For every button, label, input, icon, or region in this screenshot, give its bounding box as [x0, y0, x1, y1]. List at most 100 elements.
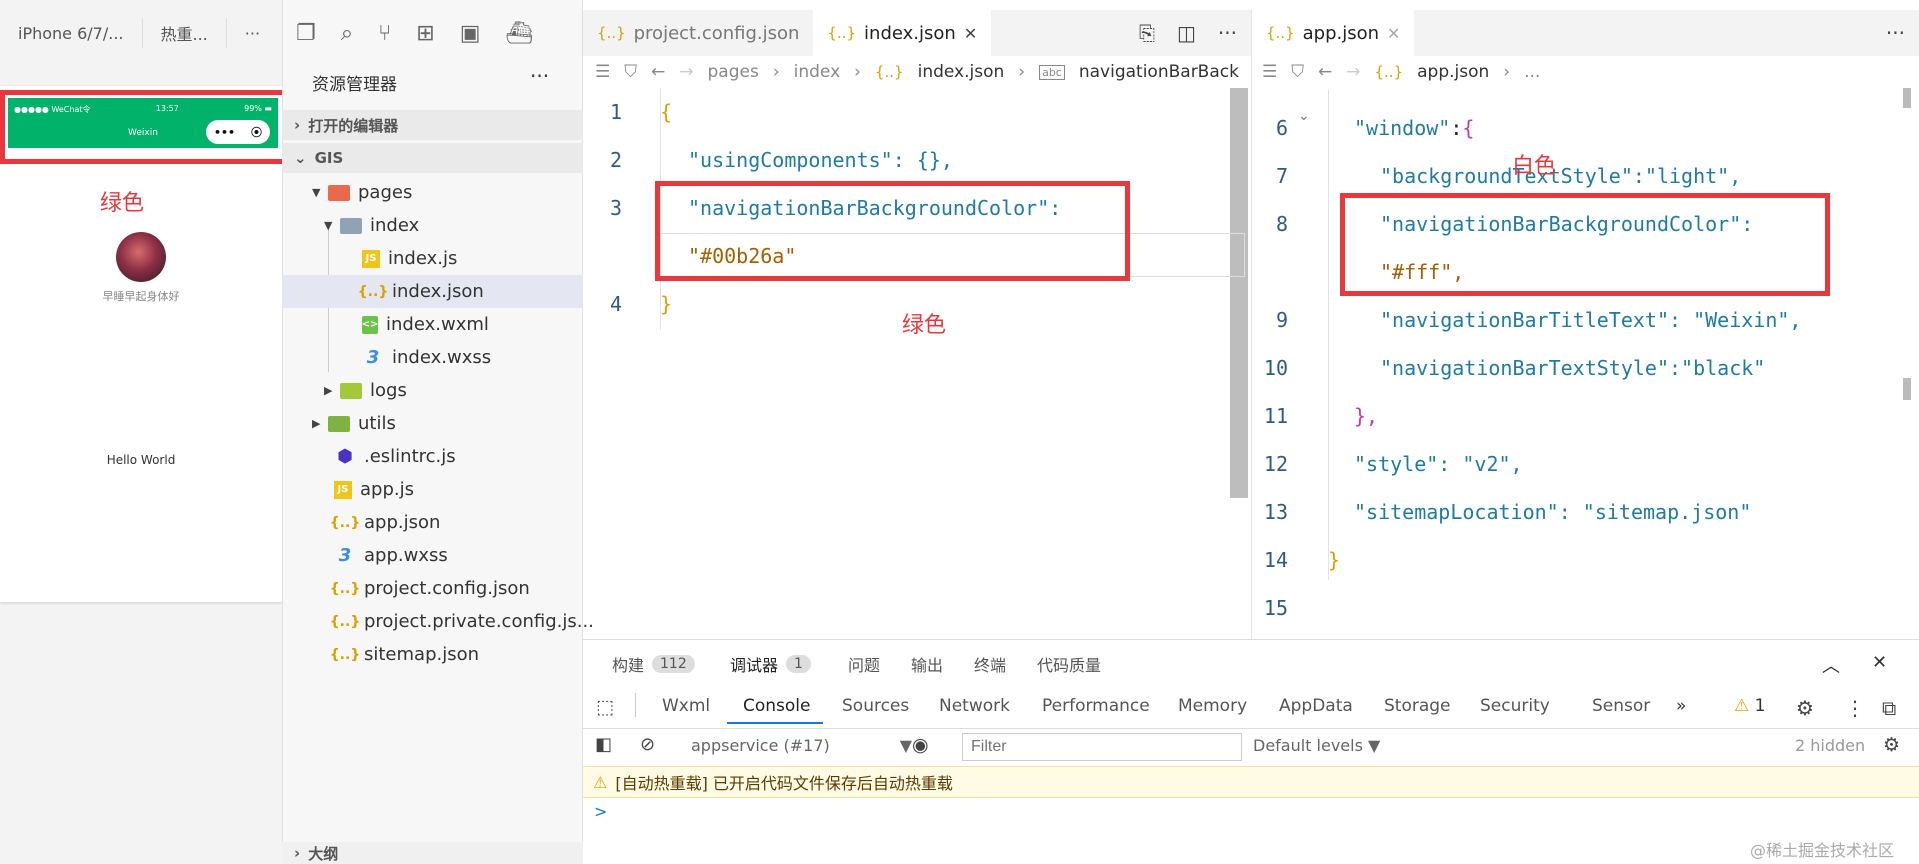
console-settings-icon[interactable]: ⚙: [1883, 734, 1900, 756]
line-number: 3: [609, 196, 622, 220]
bookmark-icon[interactable]: ⛉: [624, 62, 637, 82]
code-line[interactable]: "sitemapLocation": "sitemap.json": [1354, 500, 1751, 524]
tree-item-index[interactable]: ▼ index: [282, 209, 583, 242]
line-number: 6: [1275, 116, 1288, 140]
code-line[interactable]: "window":{: [1354, 116, 1474, 140]
open-editors-section[interactable]: › 打开的编辑器: [282, 110, 583, 140]
docker-icon[interactable]: ⛴: [506, 21, 534, 46]
tree-item-app-wxss[interactable]: 3 app.wxss: [282, 539, 583, 572]
editor-scrollbar[interactable]: [1230, 88, 1248, 498]
code-line[interactable]: }: [1328, 548, 1340, 572]
tree-item-utils[interactable]: ▶ utils: [282, 407, 583, 440]
forward-icon[interactable]: →: [1346, 62, 1360, 82]
back-icon[interactable]: ←: [1318, 62, 1332, 82]
extensions-icon[interactable]: ⊞: [416, 21, 434, 46]
close-icon[interactable]: ✕: [1387, 24, 1400, 43]
tree-item-index-wxml[interactable]: <> index.wxml: [282, 308, 583, 341]
tab-output[interactable]: 输出: [911, 652, 943, 676]
code-line[interactable]: },: [1354, 404, 1378, 428]
sidebar-toggle-icon[interactable]: ◧: [595, 734, 612, 755]
tree-item-index-js[interactable]: JS index.js: [282, 242, 583, 275]
more-icon[interactable]: ···: [1886, 21, 1905, 45]
gear-icon[interactable]: ⚙: [1796, 696, 1814, 720]
open-changes-icon[interactable]: ⎘: [1139, 21, 1155, 45]
project-section[interactable]: ⌄ GIS: [282, 143, 583, 173]
tab-console[interactable]: Console: [743, 696, 811, 716]
files-icon[interactable]: ❐: [296, 21, 316, 46]
close-icon[interactable]: ✕: [964, 24, 977, 43]
line-number: 11: [1263, 404, 1288, 428]
tab-build[interactable]: 构建 112: [612, 652, 695, 676]
eye-icon[interactable]: ◉: [912, 734, 929, 756]
back-icon[interactable]: ←: [651, 62, 665, 82]
tab-app-json[interactable]: {..} app.json ✕: [1252, 10, 1415, 56]
outline-section[interactable]: › 大纲: [282, 842, 583, 864]
device-select[interactable]: iPhone 6/7/...: [0, 24, 142, 43]
tab-debugger[interactable]: 调试器 1: [730, 652, 811, 676]
forward-icon[interactable]: →: [679, 62, 693, 82]
tab-index-json[interactable]: {..} index.json ✕: [813, 10, 992, 56]
line-number: 10: [1263, 356, 1288, 380]
tree-item-index-wxss[interactable]: 3 index.wxss: [282, 341, 583, 374]
storage-icon[interactable]: ▣: [460, 21, 481, 46]
tab-security[interactable]: Security: [1480, 696, 1550, 716]
tab-storage[interactable]: Storage: [1384, 696, 1451, 716]
hot-reload-toggle[interactable]: 热重...: [143, 21, 226, 45]
fold-chevron-icon[interactable]: ⌄: [1298, 108, 1310, 124]
list-icon[interactable]: ☰: [1262, 62, 1277, 82]
tree-item-eslintrc[interactable]: ⬢ .eslintrc.js: [282, 440, 583, 473]
code-line[interactable]: {: [660, 100, 672, 124]
tab-code-quality[interactable]: 代码质量: [1037, 652, 1101, 676]
js-icon: JS: [334, 480, 352, 499]
more-icon[interactable]: ···: [1218, 21, 1237, 45]
list-icon[interactable]: ☰: [595, 62, 610, 82]
tab-memory[interactable]: Memory: [1178, 696, 1247, 716]
kebab-menu-icon[interactable]: ⋮: [1845, 696, 1865, 720]
tree-item-project-config[interactable]: {..} project.config.json: [282, 572, 583, 605]
warning-counter[interactable]: ⚠ 1: [1734, 696, 1765, 716]
chevron-up-icon[interactable]: ︿: [1822, 652, 1840, 678]
tab-sensor[interactable]: Sensor: [1592, 696, 1650, 716]
wxml-icon: <>: [362, 315, 378, 334]
tree-item-index-json[interactable]: {..} index.json: [282, 275, 583, 308]
code-line[interactable]: "navigationBarTitleText": "Weixin",: [1380, 308, 1801, 332]
log-levels-select[interactable]: Default levels ▼: [1253, 736, 1380, 755]
motto-text: 早睡早起身体好: [102, 290, 180, 303]
tree-item-pages[interactable]: ▼ pages: [282, 176, 583, 209]
tab-performance[interactable]: Performance: [1042, 696, 1150, 716]
code-line[interactable]: "usingComponents": {},: [688, 148, 953, 172]
folder-green-icon: [328, 415, 350, 432]
json-icon: {..}: [1374, 63, 1404, 81]
tree-item-app-js[interactable]: JS app.js: [282, 473, 583, 506]
source-control-icon[interactable]: ⑂: [378, 21, 391, 46]
tree-item-project-private-config[interactable]: {..} project.private.config.js...: [282, 605, 594, 638]
console-prompt[interactable]: >: [594, 802, 607, 821]
tab-terminal[interactable]: 终端: [974, 652, 1006, 676]
context-select[interactable]: appservice (#17) ▼: [691, 736, 912, 755]
tab-wxml[interactable]: Wxml: [662, 696, 710, 716]
tab-problems[interactable]: 问题: [848, 652, 880, 676]
tree-item-sitemap[interactable]: {..} sitemap.json: [282, 638, 583, 671]
tab-network[interactable]: Network: [939, 696, 1010, 716]
undock-icon[interactable]: ⧉: [1882, 696, 1896, 720]
tree-item-app-json[interactable]: {..} app.json: [282, 506, 583, 539]
clear-console-icon[interactable]: ⊘: [640, 734, 655, 755]
explorer-more-icon[interactable]: ···: [530, 64, 549, 88]
code-line[interactable]: "navigationBarTextStyle":"black": [1380, 356, 1765, 380]
filter-input[interactable]: [962, 733, 1242, 761]
tab-appdata[interactable]: AppData: [1279, 696, 1353, 716]
bookmark-icon[interactable]: ⛉: [1291, 62, 1304, 82]
code-line[interactable]: }: [660, 292, 672, 316]
tab-project-config[interactable]: {..} project.config.json: [583, 10, 813, 56]
search-icon[interactable]: ⌕: [341, 21, 353, 46]
code-line[interactable]: "style": "v2",: [1354, 452, 1523, 476]
inspect-icon[interactable]: ⬚: [596, 696, 614, 718]
left-editor-tabs: {..} project.config.json {..} index.json ✕ …: [583, 10, 1251, 56]
close-panel-icon[interactable]: ✕: [1872, 652, 1887, 673]
tree-item-logs[interactable]: ▶ logs: [282, 374, 583, 407]
more-tabs-icon[interactable]: »: [1676, 696, 1686, 716]
code-line[interactable]: "backgroundTextStyle":"light",: [1380, 164, 1741, 188]
split-editor-icon[interactable]: ◫: [1177, 21, 1196, 45]
more-icon[interactable]: ···: [227, 24, 278, 43]
tab-sources[interactable]: Sources: [842, 696, 909, 716]
